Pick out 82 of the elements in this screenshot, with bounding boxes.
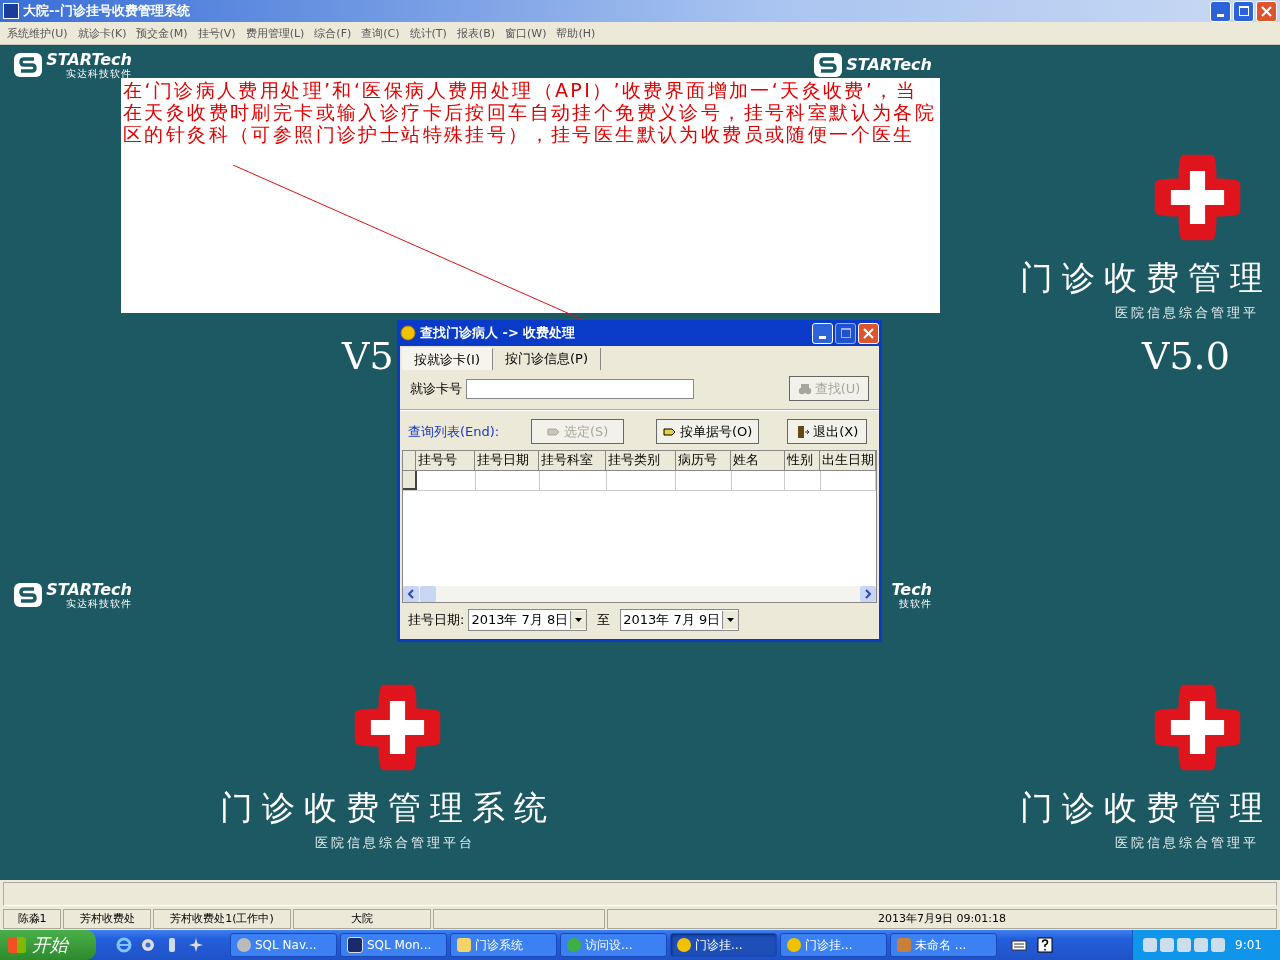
binoculars-icon (797, 381, 812, 396)
menu-item[interactable]: 综合(F) (309, 25, 357, 41)
logo-subtitle: 技软件 (899, 597, 932, 609)
close-button[interactable] (1256, 0, 1277, 22)
logo-brand: STARTech (46, 581, 132, 598)
menu-item[interactable]: 帮助(H) (551, 25, 601, 41)
column-header[interactable]: 出生日期 (820, 451, 876, 470)
minimize-button[interactable] (812, 322, 833, 344)
keyboard-icon[interactable] (1011, 937, 1027, 953)
scroll-left-icon[interactable] (403, 586, 419, 602)
taskbar-button[interactable]: 未命名 ... (890, 933, 997, 957)
help-icon[interactable] (1037, 937, 1053, 953)
clock: 9:01 (1235, 938, 1262, 952)
query-list-label: 查询列表(End): (408, 422, 501, 441)
column-header[interactable]: 挂号类别 (606, 451, 676, 470)
menu-item[interactable]: 窗口(W) (500, 25, 552, 41)
system-subtitle: 医院信息综合管理平 (1115, 304, 1259, 322)
system-title: 门诊收费管理系统 (220, 788, 556, 828)
app-icon (3, 3, 19, 19)
taskbar-button[interactable]: 门诊系统 (450, 933, 557, 957)
exit-button[interactable]: 退出(X) (787, 419, 867, 444)
maximize-button[interactable] (835, 322, 856, 344)
taskbar-button[interactable]: SQL Mon... (340, 933, 447, 957)
minimize-button[interactable] (1210, 0, 1231, 22)
close-button[interactable] (858, 322, 879, 344)
window-title: 大院--门诊挂号收费管理系统 (23, 2, 191, 20)
system-title: 门诊收费管理 (1020, 788, 1272, 828)
logo-brand: Tech (891, 581, 932, 598)
version-label: V5 (342, 334, 394, 380)
taskbar-button[interactable]: SQL Nav... (230, 933, 337, 957)
status-panel: 陈淼1 (3, 909, 61, 929)
close-icon (863, 327, 874, 339)
menu-item[interactable]: 就诊卡(K) (72, 25, 132, 41)
taskbar-button[interactable]: 门诊挂... (670, 933, 777, 957)
menu-item[interactable]: 挂号(V) (192, 25, 241, 41)
date-from-picker[interactable]: 2013年 7月 8日 (468, 609, 588, 631)
logo-brand: STARTech (846, 57, 932, 73)
logo-brand: STARTech (46, 51, 132, 68)
menu-item[interactable]: 查询(C) (356, 25, 405, 41)
scroll-right-icon[interactable] (860, 586, 876, 602)
status-panel: 2013年7月9日 09:01:18 (607, 909, 1277, 929)
column-header[interactable]: 挂号日期 (475, 451, 539, 470)
annotation-text: 在‘门诊病人费用处理’和‘医保病人费用处理（API）’收费界面增加一‘天灸收费’，当在天灸收费时刷完卡或输入诊疗卡后按回车自动挂个免费义诊号，挂号科室默认为各院区的针灸科（可参照门诊护士站特殊挂号），挂号医生默认为收费员或随便一个医生 (123, 79, 938, 145)
date-to-picker[interactable]: 2013年 7月 9日 (620, 609, 740, 631)
scroll-thumb[interactable] (420, 586, 436, 602)
version-label: V5.0 (1142, 334, 1230, 380)
column-header[interactable]: 挂号号 (415, 451, 476, 470)
card-number-field[interactable] (466, 378, 694, 399)
taskbar-button[interactable]: 门诊挂... (780, 933, 887, 957)
coin-icon (400, 325, 416, 341)
column-header[interactable]: 性别 (784, 451, 821, 470)
restore-button[interactable] (1233, 0, 1254, 22)
date-separator: 至 (597, 611, 611, 629)
status-panel: 芳村收费处 (63, 909, 151, 929)
date-label: 挂号日期: (408, 611, 465, 629)
start-button[interactable]: 开始 (0, 930, 96, 960)
logo-s-icon (13, 52, 44, 78)
system-title: 门诊收费管理 (1020, 258, 1272, 298)
logo-s-icon (13, 582, 44, 608)
menu-item[interactable]: 费用管理(L) (240, 25, 310, 41)
system-subtitle: 医院信息综合管理平 (1115, 834, 1259, 852)
column-header[interactable]: 姓名 (731, 451, 785, 470)
menu-item[interactable]: 预交金(M) (131, 25, 193, 41)
status-panel: 大院 (293, 909, 431, 929)
browser-icon[interactable] (116, 937, 132, 953)
close-icon (1261, 5, 1272, 17)
menu-item[interactable]: 统计(T) (404, 25, 452, 41)
menu-item[interactable]: 报表(B) (451, 25, 500, 41)
taskbar-button[interactable]: 访问设... (560, 933, 667, 957)
tab[interactable]: 按就诊卡(I) (402, 348, 493, 370)
door-icon (796, 424, 811, 439)
logo-subtitle: 实达科技软件 (66, 597, 132, 609)
menu-item[interactable]: 系统维护(U) (2, 25, 73, 41)
receipt-button[interactable]: 按单据号(O) (655, 419, 760, 444)
card-number-label: 就诊卡号 (410, 379, 462, 398)
horizontal-scrollbar[interactable] (403, 586, 876, 602)
logo-subtitle: 实达科技软件 (66, 67, 132, 79)
column-header[interactable]: 病历号 (675, 451, 732, 470)
dialog-title: 查找门诊病人 -> 收费处理 (420, 324, 577, 342)
system-subtitle: 医院信息综合管理平台 (315, 834, 475, 852)
column-header[interactable]: 挂号科室 (538, 451, 607, 470)
status-panel: 芳村收费处1(工作中) (153, 909, 291, 929)
